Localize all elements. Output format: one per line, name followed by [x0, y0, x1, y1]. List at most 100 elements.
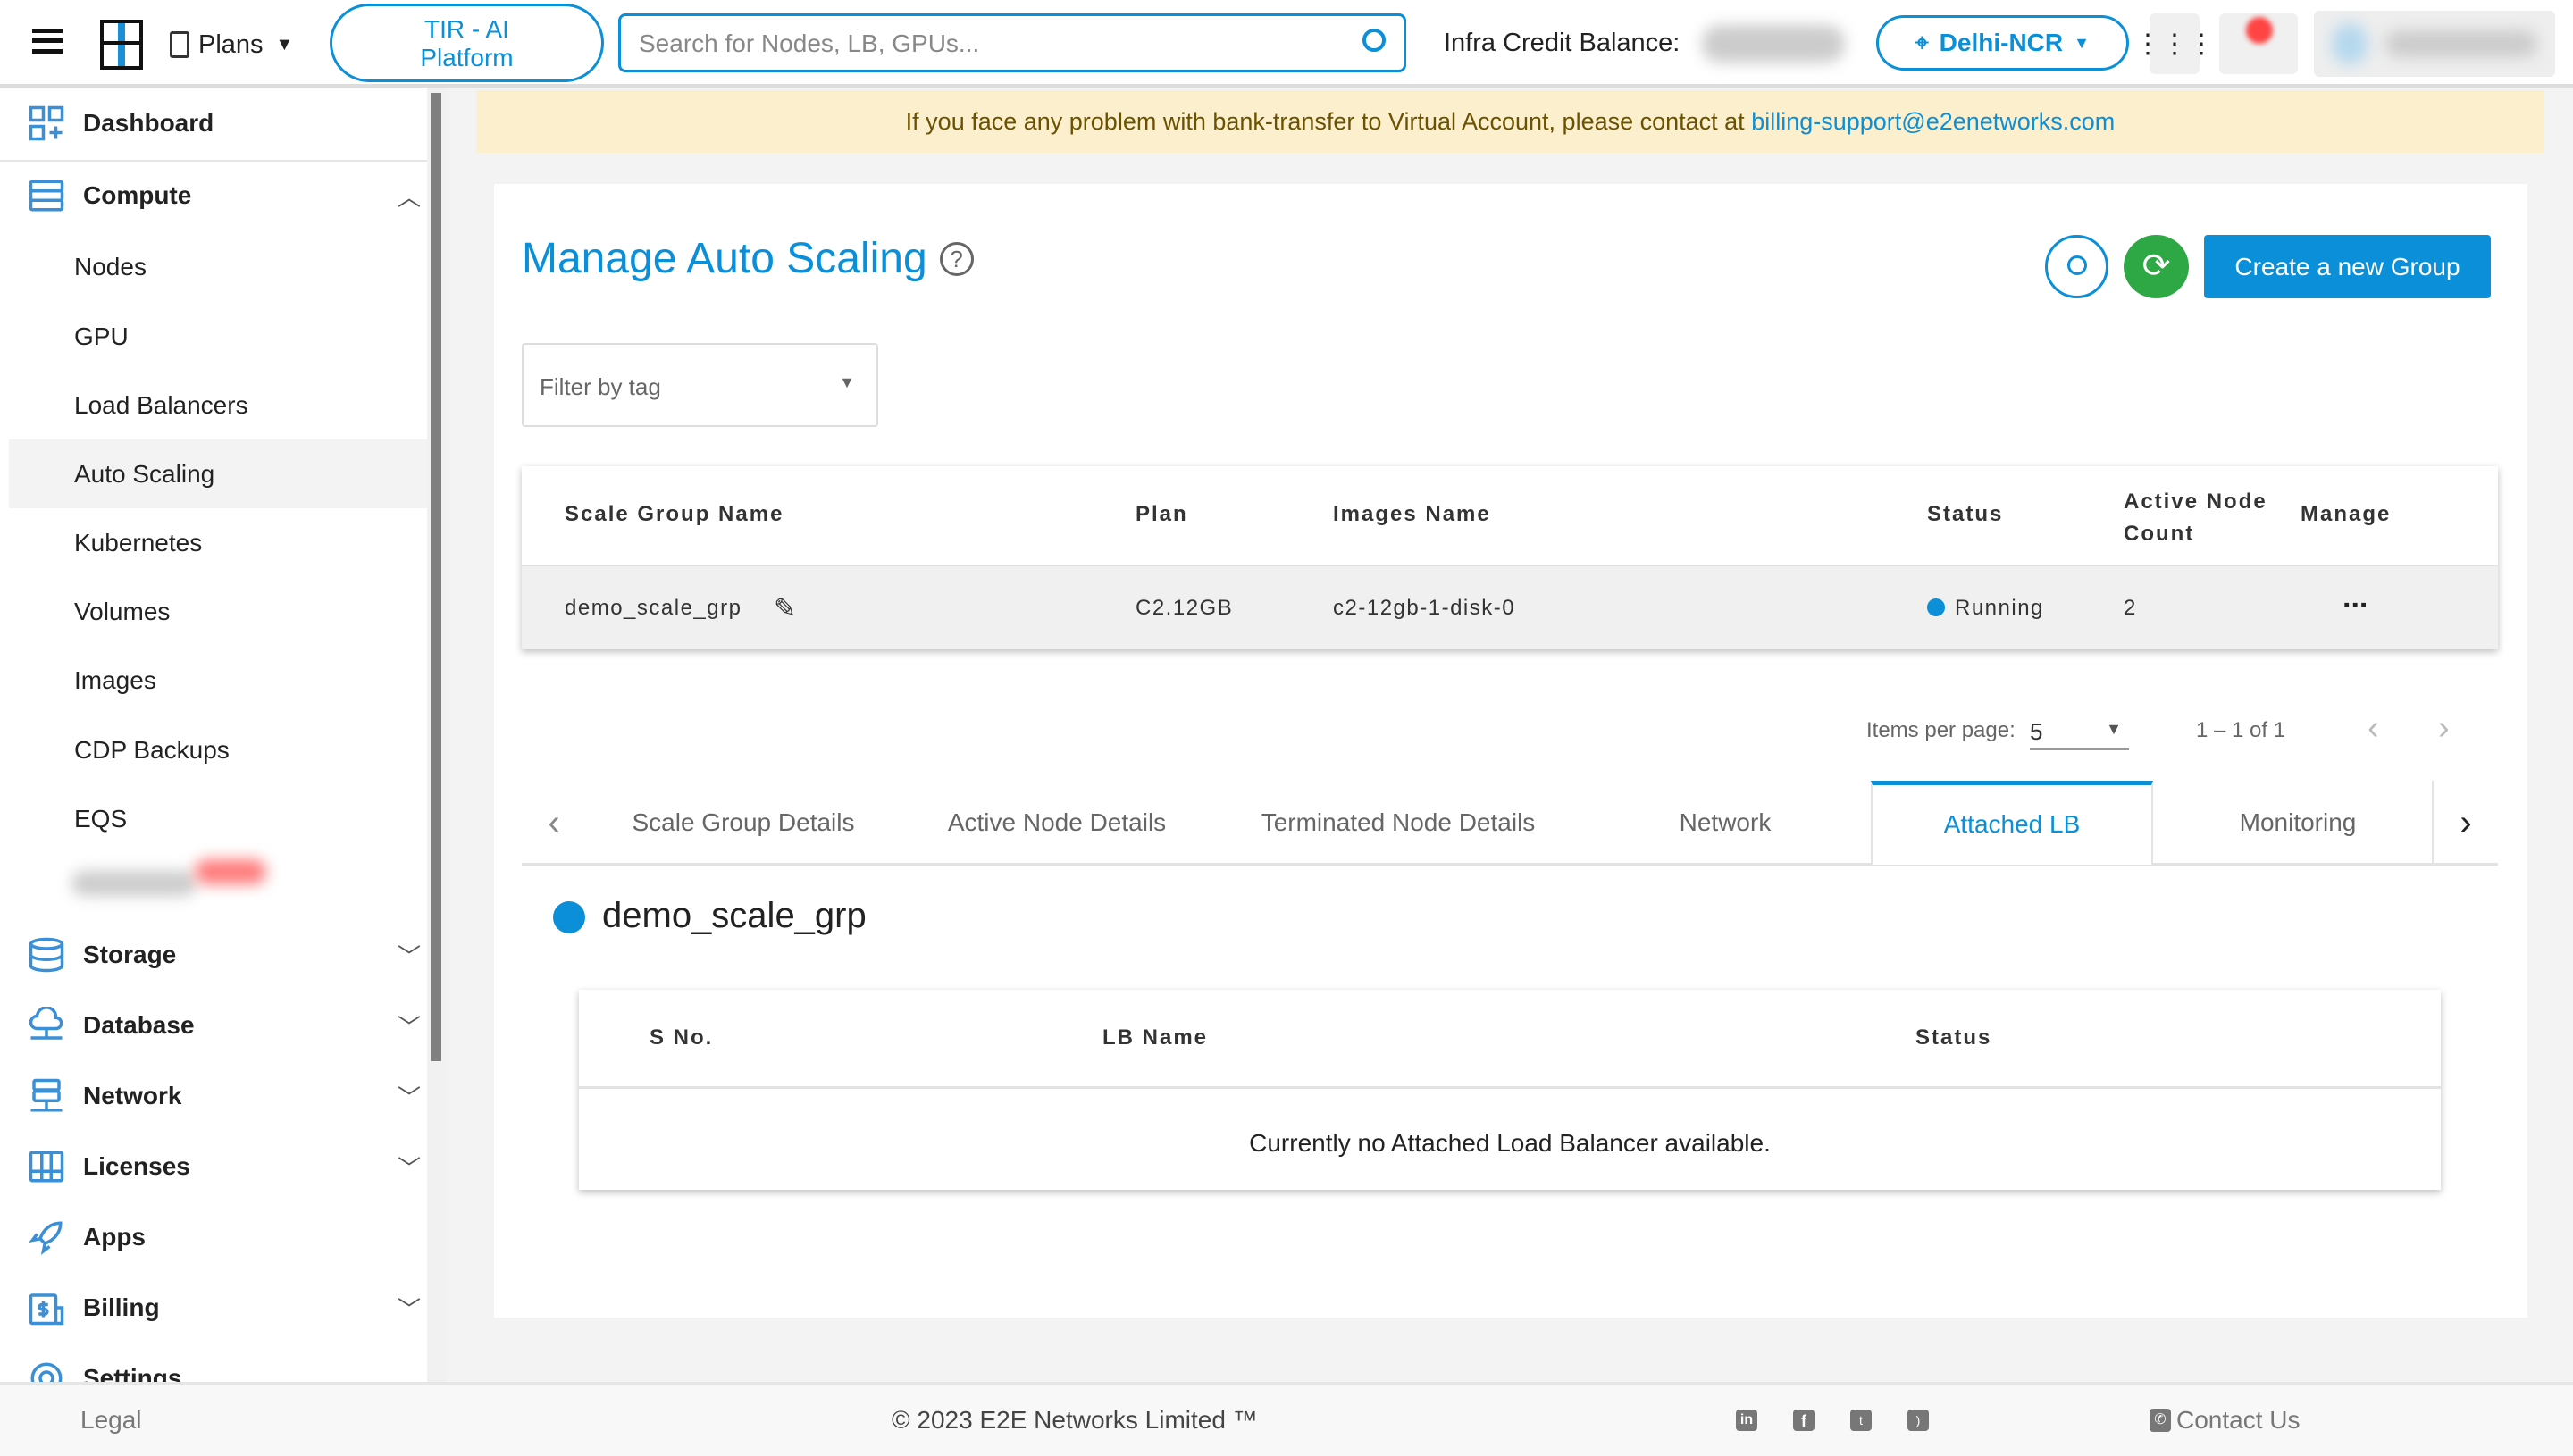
sidebar-item-dashboard[interactable]: Dashboard [28, 96, 421, 150]
licenses-icon [29, 1151, 64, 1183]
credit-balance-value [1702, 25, 1845, 63]
chevron-down-icon: ﹀ [397, 1084, 421, 1111]
legal-link[interactable]: Legal [80, 1406, 142, 1435]
group-name-heading: demo_scale_grp [602, 896, 867, 935]
avatar [2332, 23, 2368, 64]
sidebar-item-volumes[interactable]: Volumes [74, 594, 170, 630]
tab-monitoring[interactable]: Monitoring [2162, 781, 2434, 865]
cell-image: c2-12gb-1-disk-0 [1333, 596, 1516, 620]
cell-group-name[interactable]: demo_scale_grp [565, 596, 742, 621]
search-icon [2067, 255, 2087, 275]
prev-page-button[interactable]: ‹ [2368, 709, 2379, 748]
search-icon[interactable] [1362, 29, 1386, 52]
sidebar-item-licenses[interactable]: Licenses ﹀ [28, 1140, 421, 1193]
grid-icon: ⋮⋮⋮ [2134, 29, 2215, 59]
col-header-plan[interactable]: Plan [1136, 502, 1188, 527]
notification-button[interactable] [2219, 13, 2298, 74]
items-per-page-select[interactable]: 5 ▼ [2030, 713, 2129, 750]
cell-active-count: 2 [2124, 596, 2137, 620]
tab-attached-lb[interactable]: Attached LB [1871, 781, 2153, 865]
tab-active-node-details[interactable]: Active Node Details [920, 781, 1194, 865]
notice-banner: If you face any problem with bank-transf… [476, 90, 2544, 153]
status-dot [1927, 598, 1945, 616]
attached-lb-table [579, 990, 2441, 1190]
col-header-sno: S No. [650, 1025, 714, 1050]
network-icon [30, 1078, 63, 1112]
col-header-status[interactable]: Status [1927, 502, 2003, 527]
facebook-icon[interactable]: f [1793, 1410, 1815, 1431]
linkedin-icon[interactable]: in [1736, 1410, 1757, 1431]
filter-by-tag-select[interactable]: Filter by tag ▼ [522, 343, 878, 427]
create-group-button[interactable]: Create a new Group [2204, 235, 2491, 298]
pagination-range: 1 – 1 of 1 [2196, 718, 2286, 742]
empty-state-message: Currently no Attached Load Balancer avai… [1249, 1129, 1771, 1157]
billing-icon [29, 1293, 64, 1326]
next-page-button[interactable]: › [2438, 709, 2450, 748]
tab-terminated-node-details[interactable]: Terminated Node Details [1237, 781, 1559, 865]
col-header-lb-name: LB Name [1102, 1025, 1209, 1050]
sidebar-item-eqs[interactable]: EQS [74, 801, 127, 837]
search-button[interactable] [2045, 235, 2108, 298]
sidebar-item-cdp-backups[interactable]: CDP Backups [74, 732, 230, 768]
page-title: Manage Auto Scaling ? [522, 234, 974, 283]
chevron-down-icon: ﹀ [397, 1295, 421, 1323]
footer: Legal © 2023 E2E Networks Limited ™ in f… [0, 1382, 2573, 1456]
rocket-icon [29, 1221, 63, 1255]
hamburger-icon[interactable] [32, 29, 63, 54]
group-status-dot [553, 901, 585, 933]
refresh-button[interactable]: ⟳ [2124, 235, 2189, 298]
apps-grid-button[interactable]: ⋮⋮⋮ [2134, 13, 2215, 74]
rss-icon[interactable]: ) [1907, 1410, 1929, 1431]
sidebar-item-gpu[interactable]: GPU [74, 319, 129, 355]
top-header: Plans ▼ TIR - AI Platform Search for Nod… [0, 0, 2573, 88]
sidebar-item-storage[interactable]: Storage ﹀ [28, 928, 421, 982]
plans-dropdown[interactable]: Plans ▼ [170, 27, 293, 63]
chevron-down-icon: ﹀ [397, 942, 421, 970]
twitter-icon[interactable]: t [1850, 1410, 1872, 1431]
items-per-page-label: Items per page: [1866, 718, 2016, 742]
tab-scroll-left[interactable]: ‹ [541, 781, 567, 865]
server-icon [29, 180, 64, 212]
plans-icon [170, 31, 189, 58]
sidebar-item-kubernetes[interactable]: Kubernetes [74, 525, 202, 561]
divider [579, 1086, 2441, 1089]
credit-balance-label: Infra Credit Balance: [1444, 29, 1680, 57]
col-header-images[interactable]: Images Name [1333, 502, 1491, 527]
caret-down-icon: ▼ [2074, 33, 2090, 52]
divider [0, 160, 427, 162]
sidebar-item-compute[interactable]: Compute ︿ [28, 169, 421, 222]
sidebar-scrollbar-thumb[interactable] [431, 93, 441, 1061]
search-input[interactable]: Search for Nodes, LB, GPUs... [618, 13, 1406, 72]
billing-support-email-link[interactable]: billing-support@e2enetworks.com [1751, 108, 2115, 135]
sidebar-item-auto-scaling[interactable]: Auto Scaling [74, 456, 214, 492]
profile-menu[interactable] [2314, 11, 2555, 77]
sidebar-item-images[interactable]: Images [74, 663, 156, 699]
more-actions-icon[interactable]: ... [2343, 581, 2368, 615]
help-icon[interactable]: ? [939, 241, 974, 276]
sidebar-item-database[interactable]: Database ﹀ [28, 999, 421, 1052]
chevron-down-icon: ﹀ [397, 1154, 421, 1182]
e2e-logo[interactable] [100, 20, 143, 70]
chevron-down-icon: ﹀ [397, 1013, 421, 1041]
sidebar-item-nodes[interactable]: Nodes [74, 249, 147, 285]
sidebar-item-billing[interactable]: Billing ﹀ [28, 1281, 421, 1335]
region-selector[interactable]: ⌖ Delhi-NCR ▼ [1876, 15, 2129, 71]
cell-plan: C2.12GB [1136, 596, 1234, 620]
sidebar-item-redacted[interactable] [71, 871, 197, 896]
tir-platform-button[interactable]: TIR - AI Platform [330, 4, 604, 82]
contact-us-link[interactable]: ✆ Contact Us [2150, 1406, 2301, 1435]
edit-icon[interactable]: ✎ [774, 593, 796, 624]
phone-icon: ✆ [2150, 1409, 2171, 1432]
storage-icon [29, 937, 64, 973]
chevron-up-icon: ︿ [397, 183, 421, 211]
tab-scroll-right[interactable]: › [2432, 781, 2498, 865]
sidebar-item-apps[interactable]: Apps [28, 1210, 421, 1264]
sidebar-item-load-balancers[interactable]: Load Balancers [74, 388, 248, 423]
caret-down-icon: ▼ [839, 373, 855, 391]
col-header-name[interactable]: Scale Group Name [565, 502, 784, 527]
tab-network[interactable]: Network [1635, 781, 1815, 865]
col-header-active-count[interactable]: Active Node Count [2124, 486, 2267, 550]
sidebar-item-network[interactable]: Network ﹀ [28, 1069, 421, 1123]
profile-name [2385, 30, 2537, 57]
tab-scale-group-details[interactable]: Scale Group Details [608, 781, 879, 865]
